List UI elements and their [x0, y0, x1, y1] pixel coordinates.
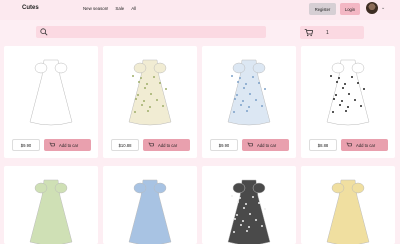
product-card[interactable]	[103, 166, 197, 244]
product-image[interactable]	[4, 166, 98, 244]
product-image[interactable]	[202, 46, 296, 134]
register-button[interactable]: Register	[309, 3, 336, 15]
cart-count: 1	[326, 29, 329, 36]
add-to-cart-button[interactable]: Add to car	[143, 139, 190, 151]
add-to-cart-button[interactable]: Add to car	[44, 139, 91, 151]
cart-icon	[304, 29, 313, 37]
nav-sale[interactable]: Sale	[115, 6, 124, 11]
product-card[interactable]	[202, 166, 296, 244]
product-price: $10.88	[111, 139, 139, 151]
cart-summary[interactable]: 1	[300, 26, 364, 39]
add-to-cart-label: Add to car	[356, 142, 376, 148]
search-icon	[40, 28, 48, 36]
site-logo[interactable]: Cutes	[22, 5, 39, 11]
product-image[interactable]	[202, 166, 296, 244]
main-nav: New season! Sale All	[83, 6, 136, 11]
cart-icon	[346, 142, 352, 147]
product-image[interactable]	[301, 46, 395, 134]
product-price: $9.90	[12, 139, 40, 151]
nav-new-season[interactable]: New season!	[83, 6, 108, 11]
add-to-cart-button[interactable]: Add to car	[341, 139, 388, 151]
nav-all[interactable]: All	[131, 6, 136, 11]
product-image[interactable]	[103, 46, 197, 134]
product-card[interactable]	[4, 166, 98, 244]
add-to-cart-label: Add to car	[158, 142, 178, 148]
top-navigation-bar: Cutes New season! Sale All Register Logi…	[0, 0, 400, 20]
product-card[interactable]: $9.90 Add to car	[4, 46, 98, 158]
product-image[interactable]	[103, 166, 197, 244]
search-input[interactable]	[36, 26, 266, 38]
product-card[interactable]	[301, 166, 395, 244]
cart-icon	[49, 142, 55, 147]
product-card[interactable]: $10.88 Add to car	[103, 46, 197, 158]
product-price: $9.90	[210, 139, 238, 151]
add-to-cart-label: Add to car	[257, 142, 277, 148]
user-avatar[interactable]	[366, 2, 378, 14]
add-to-cart-label: Add to car	[59, 142, 79, 148]
product-card[interactable]: $9.90 Add to car	[202, 46, 296, 158]
product-card[interactable]: $8.88 Add to car	[301, 46, 395, 158]
login-button[interactable]: Login	[340, 3, 360, 15]
product-image[interactable]	[301, 166, 395, 244]
chevron-down-icon[interactable]: ⌄	[381, 5, 385, 11]
cart-icon	[247, 142, 253, 147]
product-image[interactable]	[4, 46, 98, 134]
cart-icon	[148, 142, 154, 147]
add-to-cart-button[interactable]: Add to car	[242, 139, 289, 151]
product-price: $8.88	[309, 139, 337, 151]
